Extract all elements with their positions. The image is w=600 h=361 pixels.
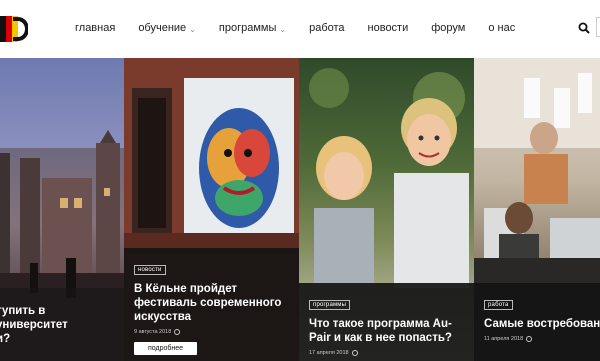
card-date: 11 апреля 2018: [484, 336, 524, 342]
read-more-button[interactable]: подробнее: [134, 342, 198, 355]
category-tag[interactable]: работа: [484, 300, 513, 310]
logo-icon[interactable]: [0, 16, 28, 42]
chevron-down-icon: ⌄: [279, 24, 287, 34]
card-professions[interactable]: работа Самые востребованные профессии Ге…: [474, 58, 600, 361]
card-au-pair[interactable]: программы Что такое программа Au-Pair и …: [299, 58, 474, 361]
clock-icon: [174, 329, 181, 335]
card-overlay: новости В Кёльне пройдет фестиваль совре…: [124, 248, 299, 361]
site-header: главная обучение ⌄ программы ⌄ работа ново…: [0, 0, 600, 58]
card-date: 17 апреля 2018: [309, 350, 349, 356]
card-title[interactable]: Что такое программа Au-Pair и как в нее …: [309, 317, 466, 345]
card-art-festival[interactable]: новости В Кёльне пройдет фестиваль совре…: [124, 58, 299, 361]
card-meta: 11 апреля 2018: [484, 336, 592, 342]
nav-item-home[interactable]: главная: [75, 22, 115, 34]
search-input[interactable]: [596, 17, 600, 37]
search-icon[interactable]: [578, 22, 590, 34]
card-overlay: работа Самые востребованные профессии Ге…: [474, 283, 600, 361]
category-tag[interactable]: программы: [309, 300, 351, 310]
nav-item-forum[interactable]: форум: [431, 22, 465, 34]
nav-item-education[interactable]: обучение ⌄: [138, 22, 196, 34]
card-university[interactable]: тупить в университет и?: [0, 58, 124, 361]
nav-item-about[interactable]: о нас: [488, 22, 515, 34]
card-title[interactable]: В Кёльне пройдет фестиваль современного …: [134, 282, 291, 324]
nav-item-programs[interactable]: программы ⌄: [219, 22, 286, 34]
card-title[interactable]: тупить в университет и?: [0, 304, 116, 346]
nav-item-news[interactable]: новости: [368, 22, 409, 34]
main-nav: главная обучение ⌄ программы ⌄ работа ново…: [75, 22, 538, 34]
clock-icon: [351, 350, 358, 356]
card-overlay: программы Что такое программа Au-Pair и …: [299, 283, 474, 361]
card-title[interactable]: Самые востребованные профессии Германии: [484, 317, 600, 331]
category-tag[interactable]: новости: [134, 265, 166, 275]
card-meta: 9 августа 2018: [134, 329, 291, 335]
card-date: 9 августа 2018: [134, 329, 172, 335]
nav-item-work[interactable]: работа: [309, 22, 344, 34]
featured-cards: тупить в университет и? новости В Кёльне…: [0, 58, 600, 361]
chevron-down-icon: ⌄: [189, 24, 196, 34]
card-meta: 17 апреля 2018: [309, 350, 466, 356]
card-overlay: тупить в университет и?: [0, 288, 124, 361]
clock-icon: [526, 336, 533, 342]
